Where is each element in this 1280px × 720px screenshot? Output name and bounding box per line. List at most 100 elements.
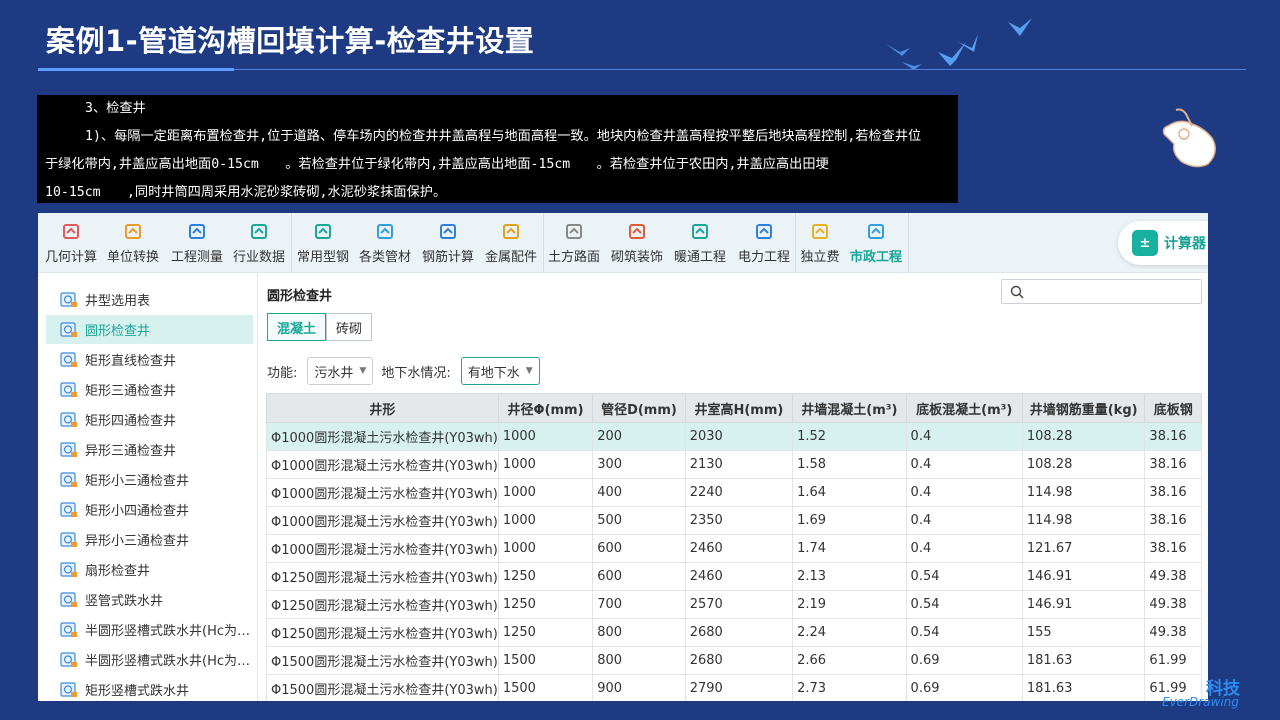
sidebar-item-label: 井型选用表: [85, 294, 151, 309]
tools-icon: [315, 224, 331, 239]
toolbar-item-label: 土方路面: [547, 250, 600, 265]
table-cell: 1.64: [792, 478, 907, 507]
brick-icon: [629, 224, 645, 239]
table-cell: 0.4: [905, 506, 1023, 535]
note-line: 于绿化带内,井盖应高出地面0-15cm 。若检查井位于绿化带内,井盖应高出地面-…: [45, 157, 829, 172]
table-cell: Φ1000圆形混凝土污水检查井(Y03wh): [266, 478, 499, 507]
sidebar-item[interactable]: 竖管式跌水井: [46, 585, 253, 614]
toolbar-item-label: 各类管材: [358, 250, 411, 265]
sidebar-item-label: 矩形三通检查井: [85, 384, 177, 399]
table-cell: 2680: [684, 618, 794, 647]
column-header[interactable]: 井形: [266, 393, 499, 423]
table-row[interactable]: Φ1000圆形混凝土污水检查井(Y03wh) 1000 300 2130 1.58 0.4…: [266, 450, 1202, 479]
chevron-down-icon: ▼: [525, 366, 533, 376]
function-select[interactable]: 污水井 ▼: [307, 357, 374, 385]
table-cell: 0.54: [905, 590, 1023, 619]
note-heading: 3、检查井: [85, 101, 146, 116]
sidebar-item[interactable]: 扇形检查井: [46, 555, 253, 584]
fitting-icon: [503, 224, 519, 239]
table-cell: 300: [592, 450, 686, 479]
toolbar-item-7[interactable]: 金属配件: [479, 213, 543, 273]
sidebar-item[interactable]: 矩形小三通检查井: [46, 465, 253, 494]
search-input[interactable]: [1001, 279, 1202, 304]
sidebar-item[interactable]: 矩形四通检查井: [46, 405, 253, 434]
column-header[interactable]: 底板钢: [1144, 393, 1202, 423]
manhole-type-icon: [60, 351, 77, 367]
sidebar-item-label: 矩形竖槽式跌水井: [85, 684, 190, 699]
toolbar-item-12[interactable]: 独立费: [788, 213, 852, 273]
sidebar-item[interactable]: 矩形直线检查井: [46, 345, 253, 374]
table-cell: 146.91: [1021, 590, 1146, 619]
toolbar-item-label: 行业数据: [232, 250, 285, 265]
tab-brick[interactable]: 砖砌: [326, 313, 373, 341]
manhole-type-icon: [60, 621, 77, 637]
sidebar-item[interactable]: 矩形小四通检查井: [46, 495, 253, 524]
table-row[interactable]: Φ1000圆形混凝土污水检查井(Y03wh) 1000 500 2350 1.69 0.4…: [266, 506, 1202, 535]
calculator-app-window: ± 计算器 几何计算 单位转换 工程测量 行业数据 常用型钢 各类管材 钢筋计算 金属配件 土方…: [38, 213, 1208, 701]
table-row[interactable]: Φ1000圆形混凝土污水检查井(Y03wh) 1000 400 2240 1.64 0.4…: [266, 478, 1202, 507]
column-header[interactable]: 井墙混凝土(m³): [792, 393, 907, 423]
sidebar-item[interactable]: 异形三通检查井: [46, 435, 253, 464]
toolbar-item-0[interactable]: 几何计算: [39, 213, 103, 273]
column-header[interactable]: 管径D(mm): [592, 393, 686, 423]
table-row[interactable]: Φ1250圆形混凝土污水检查井(Y03wh) 1250 700 2570 2.19 0.5…: [266, 590, 1202, 619]
table-cell: 49.38: [1144, 618, 1202, 647]
toolbar-item-label: 工程测量: [170, 250, 223, 265]
toolbar-item-3[interactable]: 行业数据: [227, 213, 291, 273]
sidebar-item[interactable]: 半圆形竖槽式跌水井(Hc为…: [46, 615, 253, 644]
toolbar-item-label: 暖通工程: [673, 250, 726, 265]
cube-icon: [63, 224, 79, 239]
table-row[interactable]: Φ1000圆形混凝土污水检查井(Y03wh) 1000 600 2460 1.74 0.4…: [266, 534, 1202, 563]
sidebar-item[interactable]: 半圆形竖槽式跌水井(Hc为…: [46, 645, 253, 674]
toolbar-item-1[interactable]: 单位转换: [101, 213, 165, 273]
table-cell: 1.69: [792, 506, 907, 535]
calculator-button[interactable]: ± 计算器: [1118, 221, 1208, 265]
manhole-table: 井形 井径Φ(mm) 管径D(mm) 井室高H(mm) 井墙混凝土(m³) 底板混凝土(m…: [266, 393, 1202, 701]
column-header[interactable]: 底板混凝土(m³): [905, 393, 1023, 423]
table-cell: Φ1250圆形混凝土污水检查井(Y03wh): [266, 590, 499, 619]
sidebar-item[interactable]: 矩形竖槽式跌水井: [46, 675, 253, 701]
function-value: 污水井: [314, 365, 354, 381]
table-row[interactable]: Φ1250圆形混凝土污水检查井(Y03wh) 1250 800 2680 2.24 0.5…: [266, 618, 1202, 647]
toolbar-item-5[interactable]: 各类管材: [353, 213, 417, 273]
tab-concrete[interactable]: 混凝土: [267, 313, 327, 341]
sidebar-item-label: 矩形四通检查井: [85, 414, 177, 429]
toolbar-item-4[interactable]: 常用型钢: [291, 213, 355, 273]
table-cell: 1250: [497, 562, 594, 591]
table-cell: 200: [592, 422, 686, 451]
table-cell: 2460: [684, 534, 794, 563]
sidebar-item[interactable]: 异形小三通检查井: [46, 525, 253, 554]
table-row[interactable]: Φ1000圆形混凝土污水检查井(Y03wh) 1000 200 2030 1.52 0.4…: [266, 422, 1202, 451]
toolbar-item-6[interactable]: 钢筋计算: [416, 213, 480, 273]
table-cell: 2130: [684, 450, 794, 479]
table-row[interactable]: Φ1250圆形混凝土污水检查井(Y03wh) 1250 600 2460 2.13 0.5…: [266, 562, 1202, 591]
manhole-type-icon: [60, 651, 77, 667]
title-divider-accent: [38, 68, 234, 71]
column-header[interactable]: 井径Φ(mm): [497, 393, 594, 423]
toolbar-item-10[interactable]: 暖通工程: [668, 213, 732, 273]
sidebar-item[interactable]: 井型选用表: [46, 285, 253, 314]
manhole-type-icon: [60, 321, 77, 337]
table-cell: 2240: [684, 478, 794, 507]
toolbar-item-11[interactable]: 电力工程: [732, 213, 796, 273]
toolbar-item-2[interactable]: 工程测量: [165, 213, 229, 273]
table-cell: 1.74: [792, 534, 907, 563]
column-header[interactable]: 井墙钢筋重量(kg): [1021, 393, 1146, 423]
table-row[interactable]: Φ1500圆形混凝土污水检查井(Y03wh) 1500 800 2680 2.66 0.6…: [266, 646, 1202, 675]
table-cell: 114.98: [1021, 506, 1146, 535]
table-row[interactable]: Φ1500圆形混凝土污水检查井(Y03wh) 1500 900 2790 2.73 0.6…: [266, 674, 1202, 701]
sidebar-item-label: 半圆形竖槽式跌水井(Hc为…: [85, 654, 250, 669]
toolbar-item-8[interactable]: 土方路面: [542, 213, 606, 273]
table-cell: Φ1250圆形混凝土污水检查井(Y03wh): [266, 562, 499, 591]
groundwater-select[interactable]: 有地下水 ▼: [460, 357, 540, 385]
groundwater-value: 有地下水: [467, 365, 520, 381]
unit-convert-icon: [125, 224, 141, 239]
sidebar-item[interactable]: 矩形三通检查井: [46, 375, 253, 404]
table-cell: 1250: [497, 590, 594, 619]
toolbar-item-13[interactable]: 市政工程: [844, 213, 908, 273]
toolbar-item-9[interactable]: 砌筑装饰: [605, 213, 669, 273]
column-header[interactable]: 井室高H(mm): [684, 393, 794, 423]
manhole-type-icon: [60, 471, 77, 487]
sidebar-item[interactable]: 圆形检查井: [46, 315, 253, 344]
sidebar-item-label: 异形三通检查井: [85, 444, 177, 459]
